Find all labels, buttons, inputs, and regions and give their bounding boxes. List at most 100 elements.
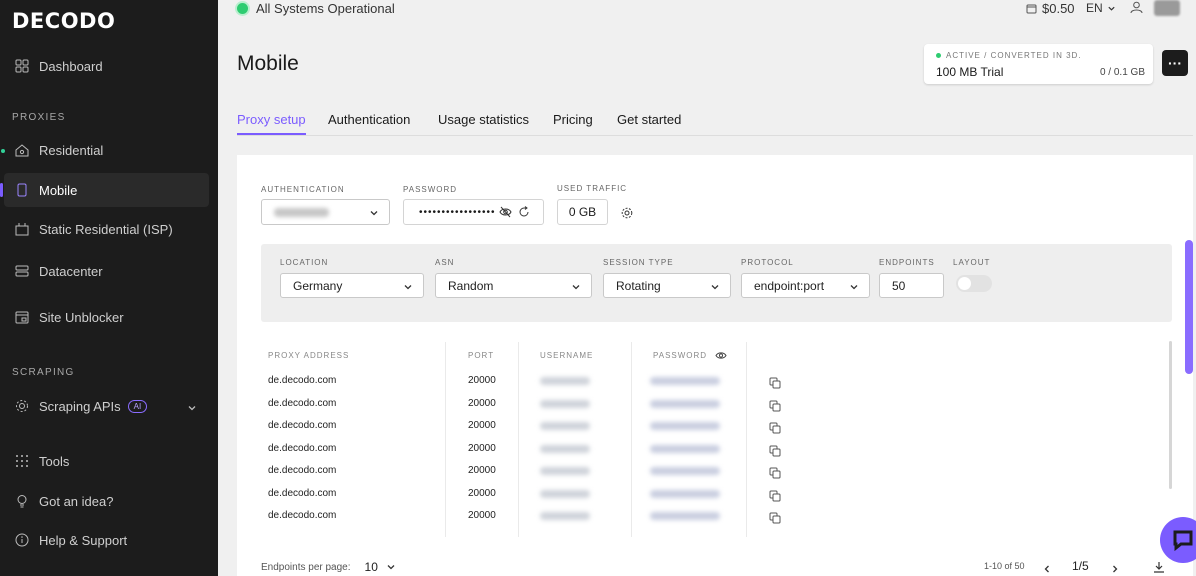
more-options-button[interactable]: ··· — [1162, 50, 1188, 76]
toggle-knob — [958, 277, 971, 290]
sidebar-item-label: Site Unblocker — [39, 309, 124, 325]
active-dot-icon — [1, 149, 5, 153]
tab-usage-statistics[interactable]: Usage statistics — [438, 112, 529, 127]
port-cell: 20000 — [468, 488, 496, 499]
protocol-value: endpoint:port — [754, 278, 825, 293]
sidebar-item-tools[interactable]: Tools — [4, 444, 209, 478]
column-header-username: USERNAME — [540, 351, 594, 360]
sidebar-item-label: Help & Support — [39, 532, 128, 548]
chevron-down-icon — [386, 562, 396, 572]
chevron-down-icon — [403, 281, 413, 295]
trial-plan-name: 100 MB Trial — [936, 65, 1004, 79]
username-cell — [540, 400, 590, 408]
table-scrollbar[interactable] — [1169, 341, 1172, 489]
column-header-password: PASSWORD — [653, 351, 727, 360]
trial-status: ACTIVE / CONVERTED IN 3D. — [936, 51, 1082, 60]
system-status[interactable]: All Systems Operational — [237, 1, 395, 16]
password-header-text: PASSWORD — [653, 351, 708, 360]
tab-get-started[interactable]: Get started — [617, 112, 681, 127]
used-traffic-value: 0 GB — [557, 199, 608, 225]
page-title: Mobile — [237, 52, 299, 75]
port-cell: 20000 — [468, 420, 496, 431]
layout-toggle[interactable] — [956, 275, 992, 292]
per-page-select[interactable]: 10 — [365, 560, 396, 574]
proxy-address-cell: de.decodo.com — [268, 398, 337, 409]
sidebar-item-site-unblocker[interactable]: Site Unblocker — [4, 300, 209, 334]
chevron-left-icon[interactable] — [1042, 561, 1052, 576]
tab-authentication[interactable]: Authentication — [328, 112, 410, 127]
sidebar-item-idea[interactable]: Got an idea? — [4, 484, 209, 518]
copy-icon[interactable] — [769, 511, 781, 529]
password-cell — [650, 445, 720, 453]
settings-gear-icon[interactable] — [621, 206, 633, 224]
eye-icon[interactable] — [715, 351, 727, 360]
user-icon[interactable] — [1130, 1, 1143, 19]
copy-icon[interactable] — [769, 376, 781, 394]
chevron-right-icon[interactable] — [1110, 561, 1120, 576]
sidebar-item-scraping-apis[interactable]: Scraping APIs AI — [4, 389, 209, 423]
page-scrollbar[interactable] — [1185, 240, 1193, 374]
download-icon[interactable] — [1153, 560, 1165, 576]
sidebar-item-help[interactable]: Help & Support — [4, 523, 209, 557]
tab-pricing[interactable]: Pricing — [553, 112, 593, 127]
location-select[interactable]: Germany — [280, 273, 424, 298]
column-header-proxy-address: PROXY ADDRESS — [268, 351, 350, 360]
session-type-label: SESSION TYPE — [603, 258, 674, 267]
section-label-scraping: SCRAPING — [12, 367, 75, 378]
sidebar-item-label: Mobile — [39, 182, 78, 198]
copy-icon[interactable] — [769, 466, 781, 484]
sidebar-item-datacenter[interactable]: Datacenter — [4, 254, 209, 288]
per-page-label: Endpoints per page: — [261, 561, 351, 573]
port-cell: 20000 — [468, 398, 496, 409]
proxy-address-cell: de.decodo.com — [268, 465, 337, 476]
sidebar-item-mobile[interactable]: Mobile — [0, 173, 209, 207]
page-indicator: 1/5 — [1072, 559, 1089, 573]
sidebar-item-label: Dashboard — [39, 58, 103, 74]
copy-icon[interactable] — [769, 489, 781, 507]
sidebar-item-isp[interactable]: Static Residential (ISP) — [4, 212, 209, 246]
session-type-select[interactable]: Rotating — [603, 273, 731, 298]
building-icon — [14, 221, 30, 237]
home-icon — [14, 142, 30, 158]
active-dot-icon — [936, 53, 941, 58]
authentication-label: AUTHENTICATION — [261, 185, 345, 194]
proxy-address-cell: de.decodo.com — [268, 510, 337, 521]
protocol-select[interactable]: endpoint:port — [741, 273, 870, 298]
sidebar-item-dashboard[interactable]: Dashboard — [4, 49, 209, 83]
password-cell — [650, 490, 720, 498]
refresh-icon[interactable] — [518, 206, 530, 221]
tab-proxy-setup[interactable]: Proxy setup — [237, 112, 306, 135]
copy-icon[interactable] — [769, 444, 781, 462]
used-traffic-label: USED TRAFFIC — [557, 184, 628, 193]
sidebar: DECODO Dashboard PROXIES Residential Mob… — [0, 0, 218, 576]
server-icon — [14, 263, 30, 279]
table-row: de.decodo.com 20000 — [237, 510, 781, 532]
trial-card[interactable]: ACTIVE / CONVERTED IN 3D. 100 MB Trial 0… — [924, 44, 1153, 84]
password-cell — [650, 400, 720, 408]
per-page-value: 10 — [364, 560, 378, 574]
authentication-select[interactable] — [261, 199, 390, 225]
copy-icon[interactable] — [769, 421, 781, 439]
table-row: de.decodo.com 20000 — [237, 488, 781, 510]
username-cell — [540, 512, 590, 520]
language-selector[interactable]: EN — [1086, 1, 1116, 15]
lightbulb-icon — [14, 493, 30, 509]
password-field[interactable]: ••••••••••••••••• — [403, 199, 544, 225]
eye-off-icon[interactable] — [499, 206, 512, 221]
asn-select[interactable]: Random — [435, 273, 592, 298]
balance[interactable]: $0.50 — [1026, 1, 1075, 16]
trial-usage: 0 / 0.1 GB — [1099, 67, 1145, 78]
table-row: de.decodo.com 20000 — [237, 465, 781, 487]
proxy-address-cell: de.decodo.com — [268, 375, 337, 386]
table-row: de.decodo.com 20000 — [237, 375, 781, 397]
proxy-setup-card: AUTHENTICATION PASSWORD ••••••••••••••••… — [237, 155, 1193, 576]
copy-icon[interactable] — [769, 399, 781, 417]
logo[interactable]: DECODO — [12, 9, 115, 33]
sidebar-item-residential[interactable]: Residential — [1, 133, 209, 167]
chevron-down-icon[interactable] — [187, 401, 197, 416]
layout-label: LAYOUT — [953, 258, 991, 267]
info-icon — [14, 532, 30, 548]
avatar[interactable] — [1154, 0, 1180, 16]
phone-icon — [14, 182, 30, 198]
endpoints-input[interactable]: 50 — [879, 273, 944, 298]
